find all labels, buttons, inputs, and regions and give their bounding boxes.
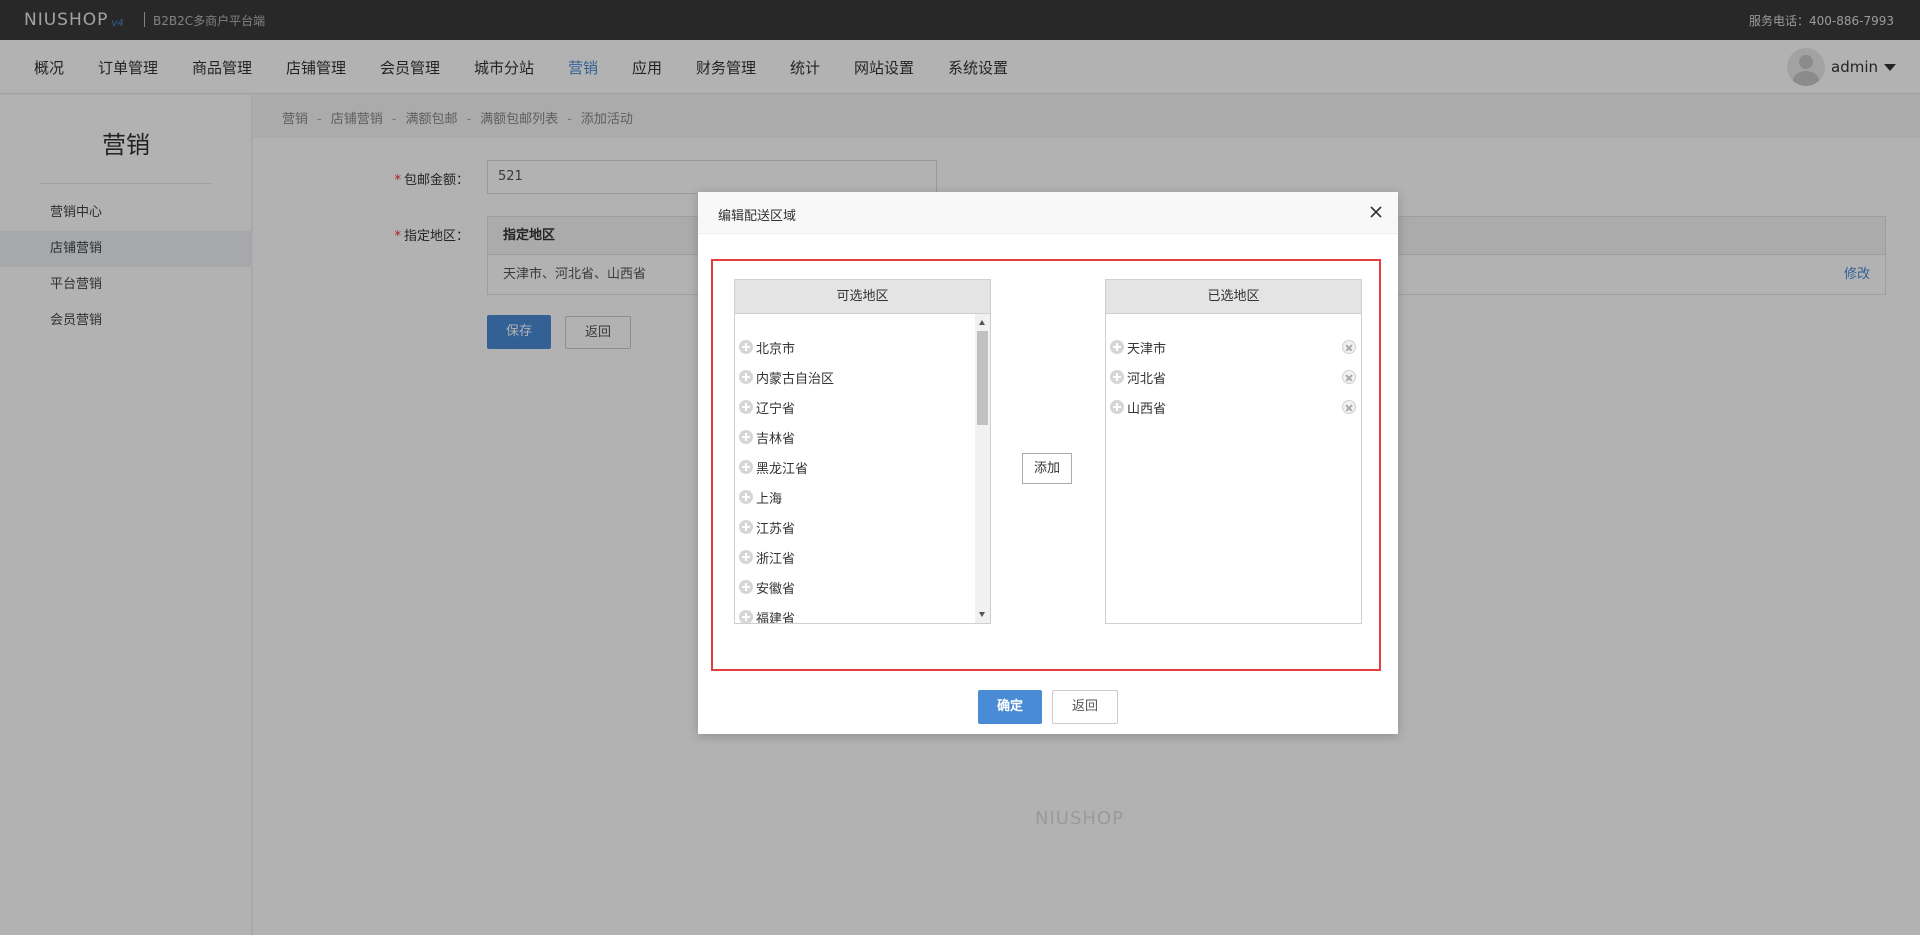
available-region-item[interactable]: 福建省 [739, 607, 795, 623]
plus-icon [1110, 370, 1124, 384]
plus-icon [739, 610, 753, 623]
selected-region-item[interactable]: 天津市 [1110, 337, 1357, 357]
scroll-up-arrow-icon[interactable] [979, 320, 985, 325]
confirm-button[interactable]: 确定 [978, 690, 1042, 724]
plus-icon [739, 400, 753, 414]
scroll-down-arrow-icon[interactable] [979, 612, 985, 617]
plus-icon [739, 550, 753, 564]
available-region-item[interactable]: 江苏省 [739, 517, 795, 537]
plus-icon [739, 580, 753, 594]
plus-icon [739, 370, 753, 384]
dialog-header: 编辑配送区域 [698, 192, 1398, 234]
available-region-item[interactable]: 浙江省 [739, 547, 795, 567]
scrollbar[interactable] [975, 314, 990, 623]
selected-regions-panel: 已选地区 天津市 河北省 山西省 [1105, 279, 1362, 624]
available-region-item[interactable]: 安徽省 [739, 577, 795, 597]
available-regions-title: 可选地区 [735, 280, 990, 314]
available-regions-list: 北京市 内蒙古自治区 辽宁省 吉林省 黑龙江省 上海 江苏省 浙江省 安徽省 福… [735, 314, 990, 623]
plus-icon [739, 520, 753, 534]
plus-icon [739, 460, 753, 474]
available-region-item[interactable]: 辽宁省 [739, 397, 795, 417]
remove-icon[interactable] [1342, 340, 1356, 354]
edit-delivery-region-dialog: 编辑配送区域 可选地区 北京市 内蒙古自治区 辽宁省 吉林省 黑龙江省 上海 江… [698, 192, 1398, 734]
available-region-item[interactable]: 北京市 [739, 337, 795, 357]
available-region-item[interactable]: 内蒙古自治区 [739, 367, 834, 387]
selected-regions-list: 天津市 河北省 山西省 [1106, 314, 1361, 623]
plus-icon [739, 490, 753, 504]
available-region-item[interactable]: 吉林省 [739, 427, 795, 447]
add-region-button[interactable]: 添加 [1022, 453, 1072, 484]
dialog-title: 编辑配送区域 [718, 209, 797, 224]
selected-regions-title: 已选地区 [1106, 280, 1361, 314]
available-regions-panel: 可选地区 北京市 内蒙古自治区 辽宁省 吉林省 黑龙江省 上海 江苏省 浙江省 … [734, 279, 991, 624]
dialog-back-button[interactable]: 返回 [1052, 690, 1118, 724]
scroll-thumb[interactable] [977, 331, 988, 425]
selected-region-item[interactable]: 河北省 [1110, 367, 1166, 387]
close-icon[interactable] [1368, 204, 1384, 220]
plus-icon [739, 340, 753, 354]
available-region-item[interactable]: 上海 [739, 487, 782, 507]
plus-icon [1110, 400, 1124, 414]
remove-icon[interactable] [1342, 400, 1356, 414]
plus-icon [739, 430, 753, 444]
plus-icon [1110, 340, 1124, 354]
available-region-item[interactable]: 黑龙江省 [739, 457, 808, 477]
selected-region-item[interactable]: 山西省 [1110, 397, 1166, 417]
remove-icon[interactable] [1342, 370, 1356, 384]
